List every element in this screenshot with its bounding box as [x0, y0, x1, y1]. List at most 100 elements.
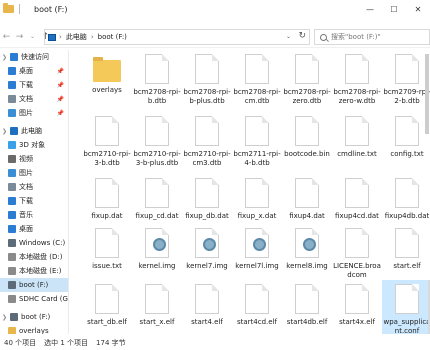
sidebar-item[interactable]: 桌面 📌 — [0, 64, 68, 78]
forward-arrow-icon[interactable]: → — [13, 28, 26, 46]
maximize-button[interactable]: ☐ — [382, 0, 406, 18]
file-item[interactable]: wpa_supplicant.conf — [382, 280, 430, 334]
breadcrumb-this-pc[interactable]: 此电脑 — [66, 32, 87, 42]
refresh-icon[interactable]: ↻ — [298, 31, 306, 41]
sidebar-item-label: 文档 — [19, 183, 33, 191]
file-name: cmdline.txt — [337, 150, 377, 158]
file-name: start4x.elf — [339, 318, 375, 326]
file-name: start_x.elf — [139, 318, 175, 326]
sidebar-item[interactable]: 本地磁盘 (E:) — [0, 264, 68, 278]
file-icon — [395, 54, 419, 84]
sidebar-item[interactable]: 下载 — [0, 194, 68, 208]
recent-locations-icon[interactable]: ⌄ — [26, 28, 39, 46]
computer-icon — [48, 33, 56, 41]
sidebar-item[interactable]: SDHC Card (G:) — [0, 292, 68, 306]
file-item[interactable]: start4db.elf — [282, 280, 332, 334]
search-placeholder: 搜索"boot (F:)" — [331, 33, 381, 41]
search-icon — [320, 33, 327, 41]
pin-icon: 📌 — [56, 81, 64, 89]
sidebar-item[interactable]: 3D 对象 — [0, 138, 68, 152]
sidebar-item[interactable]: ❯ 快速访问 — [0, 50, 68, 64]
sidebar-item[interactable]: Windows (C:) — [0, 236, 68, 250]
file-item[interactable]: start_db.elf — [82, 280, 132, 334]
file-item[interactable]: start4.elf — [182, 280, 232, 334]
file-name: bootcode.bin — [284, 150, 330, 158]
file-name: wpa_supplicant.conf — [383, 318, 430, 334]
sidebar-item[interactable]: 文档 📌 — [0, 92, 68, 106]
drive-icon — [8, 239, 16, 247]
file-name: kernel.img — [138, 262, 176, 270]
selection-size: 174 字节 — [96, 339, 126, 347]
file-item[interactable]: bcm2709-rpi-2-b.dtb — [382, 50, 430, 120]
chevron-right-icon[interactable]: ❯ — [2, 314, 8, 321]
file-item[interactable]: bcm2708-rpi-zero-w.dtb — [332, 50, 382, 120]
vertical-scrollbar[interactable] — [424, 50, 430, 334]
chevron-right-icon[interactable]: › — [59, 33, 62, 41]
scrollbar-thumb[interactable] — [425, 54, 429, 134]
sidebar-item[interactable]: 图片 — [0, 166, 68, 180]
sidebar-item[interactable]: 桌面 — [0, 222, 68, 236]
file-icon — [345, 284, 369, 314]
file-item[interactable]: bcm2710-rpi-3-b.dtb — [82, 112, 132, 182]
file-item[interactable]: cmdline.txt — [332, 112, 382, 182]
file-item[interactable]: start4x.elf — [332, 280, 382, 334]
file-name: start_db.elf — [87, 318, 127, 326]
file-name: fixup.dat — [91, 212, 123, 220]
folder-icon — [93, 57, 121, 82]
file-item[interactable]: bcm2710-rpi-cm3.dtb — [182, 112, 232, 182]
pane-divider[interactable] — [68, 50, 69, 334]
file-name: bcm2708-rpi-zero.dtb — [283, 88, 331, 105]
sidebar-item[interactable]: overlays — [0, 324, 68, 334]
file-icon — [245, 54, 269, 84]
chevron-right-icon[interactable]: ❯ — [2, 54, 8, 61]
sidebar-item[interactable]: ❯ 此电脑 — [0, 124, 68, 138]
chevron-right-icon[interactable]: ❯ — [2, 128, 8, 135]
file-item[interactable]: bcm2708-rpi-b-plus.dtb — [182, 50, 232, 120]
chevron-down-icon[interactable]: ⌄ — [286, 33, 291, 40]
sidebar-item-label: 下载 — [19, 197, 33, 205]
minimize-button[interactable]: — — [358, 0, 382, 18]
picture-icon — [8, 109, 16, 117]
file-name: overlays — [92, 86, 122, 94]
file-icon — [295, 116, 319, 146]
file-name: kernel7l.img — [235, 262, 279, 270]
file-item[interactable]: start_x.elf — [132, 280, 182, 334]
file-item[interactable]: start4cd.elf — [232, 280, 282, 334]
file-name: bcm2708-rpi-zero-w.dtb — [333, 88, 381, 105]
back-arrow-icon[interactable]: ← — [0, 28, 13, 46]
file-item[interactable]: bcm2708-rpi-cm.dtb — [232, 50, 282, 120]
sidebar-item[interactable]: 本地磁盘 (D:) — [0, 250, 68, 264]
sidebar-item[interactable]: 音乐 — [0, 208, 68, 222]
file-item[interactable]: bootcode.bin — [282, 112, 332, 182]
file-name: fixup4db.dat — [384, 212, 430, 220]
desktop-icon — [8, 67, 16, 75]
chevron-right-icon[interactable]: › — [91, 33, 94, 41]
file-item[interactable]: overlays — [82, 50, 132, 120]
file-name: start4db.elf — [286, 318, 328, 326]
file-icon — [395, 178, 419, 208]
address-bar[interactable]: › 此电脑 › boot (F:) ⌄ ↻ — [44, 29, 310, 45]
sidebar-item-label: boot (F:) — [19, 281, 49, 289]
file-item[interactable]: bcm2710-rpi-3-b-plus.dtb — [132, 112, 182, 182]
search-input[interactable]: 搜索"boot (F:)" — [314, 29, 430, 45]
file-item[interactable]: bcm2708-rpi-b.dtb — [132, 50, 182, 120]
file-item[interactable]: bcm2711-rpi-4-b.dtb — [232, 112, 282, 182]
sidebar-item[interactable]: ❯ boot (F:) — [0, 310, 68, 324]
file-name: start4cd.elf — [237, 318, 277, 326]
download-icon — [8, 81, 16, 89]
breadcrumb-boot-drive[interactable]: boot (F:) — [98, 33, 127, 41]
file-icon — [95, 228, 119, 258]
sidebar-item[interactable]: 下载 📌 — [0, 78, 68, 92]
file-item[interactable]: config.txt — [382, 112, 430, 182]
drive-icon — [8, 267, 16, 275]
sidebar-item-label: 文档 — [19, 95, 33, 103]
sidebar-item[interactable]: 图片 📌 — [0, 106, 68, 120]
file-icon — [345, 116, 369, 146]
file-item[interactable]: bcm2708-rpi-zero.dtb — [282, 50, 332, 120]
sidebar-item[interactable]: 视频 — [0, 152, 68, 166]
close-button[interactable]: ✕ — [406, 0, 430, 18]
sidebar-item[interactable]: boot (F:) — [0, 278, 68, 292]
document-icon — [8, 95, 16, 103]
desktop-icon — [8, 225, 16, 233]
sidebar-item[interactable]: 文档 — [0, 180, 68, 194]
